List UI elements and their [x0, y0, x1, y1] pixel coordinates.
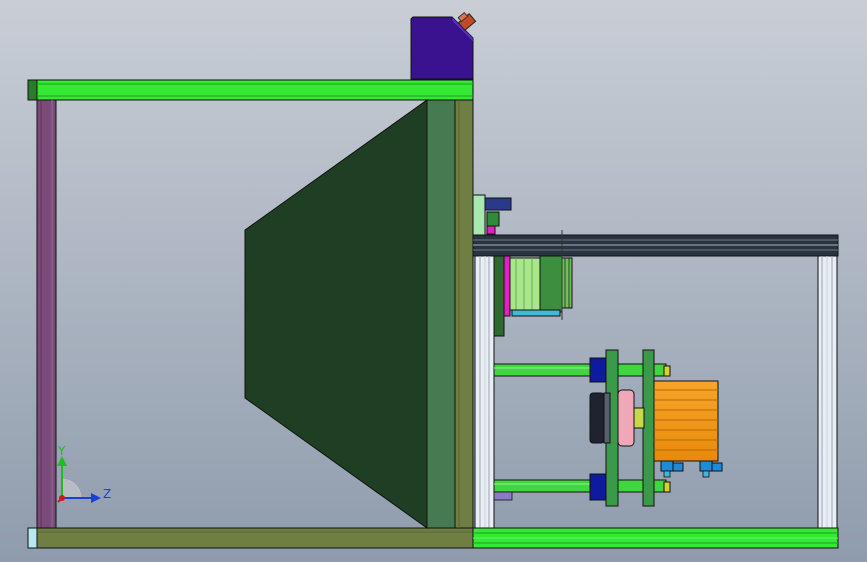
frame-right-inner-post[interactable] — [474, 255, 495, 529]
assembly-drawing[interactable]: Y Z — [0, 0, 867, 562]
drive-motor[interactable] — [653, 380, 719, 462]
frame-right-top-rail[interactable] — [472, 234, 839, 257]
triad-z-label: Z — [103, 487, 111, 501]
frame-left-post[interactable] — [36, 99, 57, 529]
frame-top-beam[interactable] — [27, 79, 474, 101]
frame-bottom-beam[interactable] — [27, 527, 474, 549]
cad-viewport[interactable]: Y Z — [0, 0, 867, 562]
frame-right-outer-post[interactable] — [817, 255, 838, 529]
feed-hopper[interactable] — [410, 11, 477, 80]
frame-right-bottom-rail[interactable] — [472, 527, 839, 549]
triad-y-label: Y — [57, 444, 66, 458]
